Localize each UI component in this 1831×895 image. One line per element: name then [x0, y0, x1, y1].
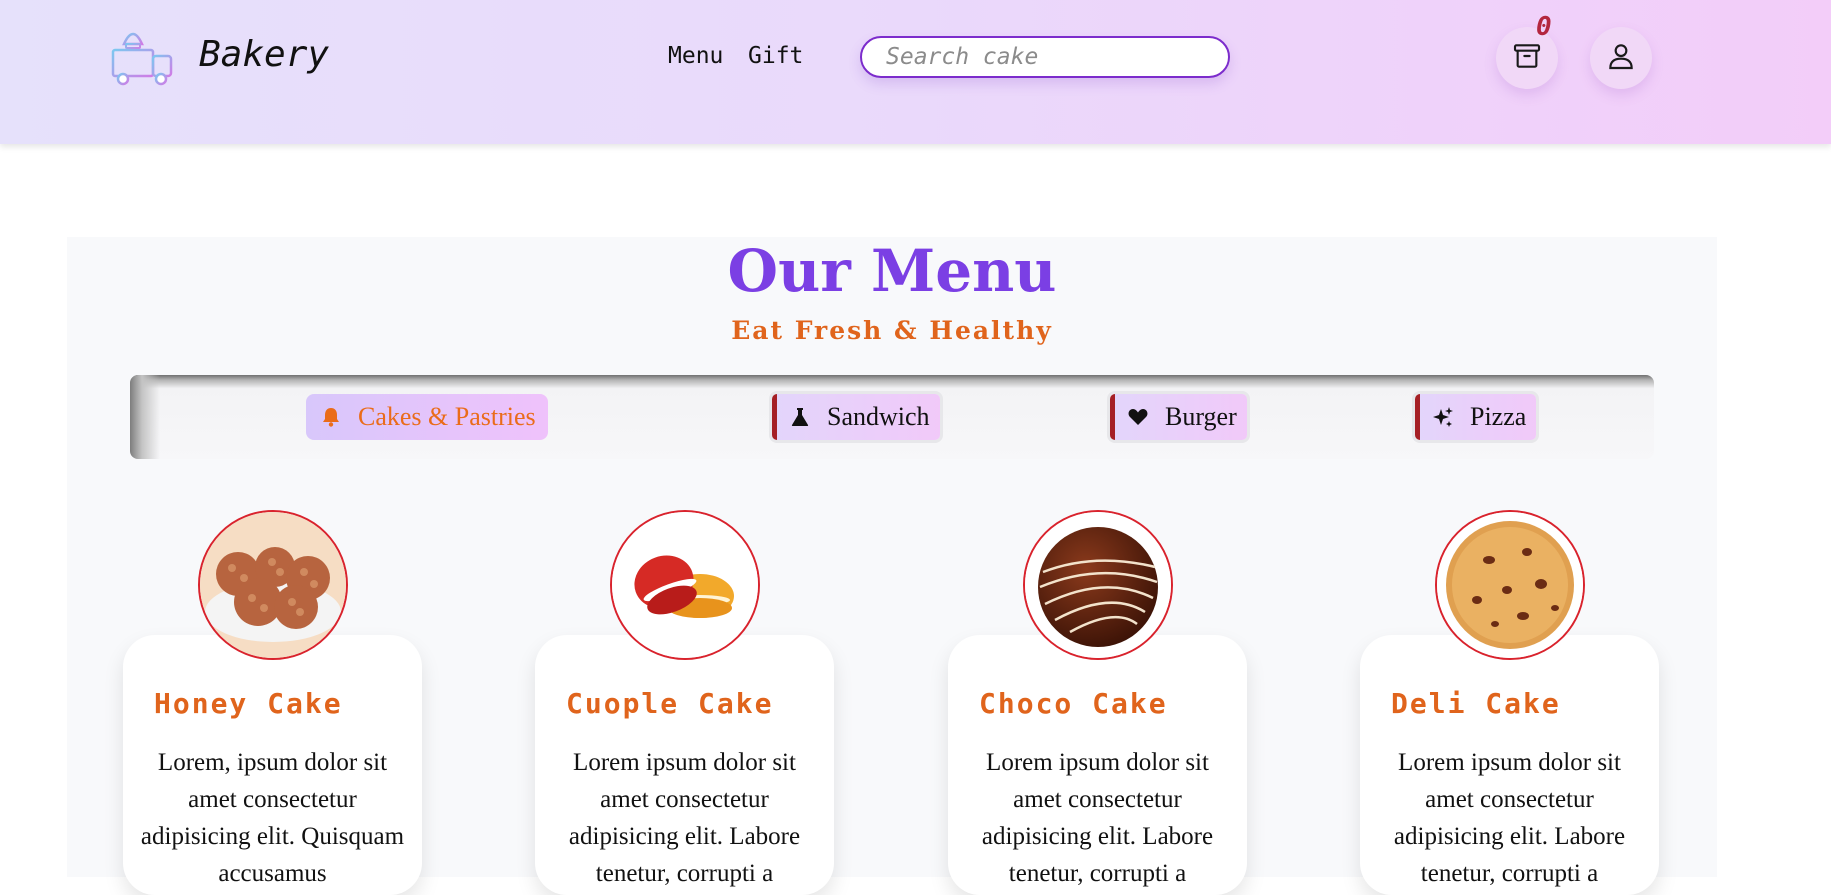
product-card-honey-cake[interactable]: Honey Cake Lorem, ipsum dolor sit amet c… [123, 635, 422, 895]
flask-icon [789, 406, 811, 428]
cart-count-badge: 0 [1536, 12, 1552, 42]
card-title: Choco Cake [979, 687, 1168, 720]
menu-subtitle: Eat Fresh & Healthy [731, 316, 1053, 345]
product-card-cuople-cake[interactable]: Cuople Cake Lorem ipsum dolor sit amet c… [535, 635, 834, 895]
product-card-deli-cake[interactable]: Deli Cake Lorem ipsum dolor sit amet con… [1360, 635, 1659, 895]
card-title: Cuople Cake [566, 687, 774, 720]
tab-label: Pizza [1470, 402, 1527, 431]
tab-cakes-pastries[interactable]: Cakes & Pastries [306, 394, 548, 440]
brand-name[interactable]: Bakery [199, 34, 329, 75]
user-icon [1605, 40, 1637, 77]
honey-cake-image [198, 510, 348, 660]
tab-pizza[interactable]: Pizza [1415, 394, 1537, 440]
user-profile-button[interactable] [1590, 27, 1652, 89]
tab-label: Burger [1165, 402, 1237, 431]
nav-link-gift[interactable]: Gift [748, 43, 803, 69]
heart-icon [1127, 406, 1149, 428]
product-card-choco-cake[interactable]: Choco Cake Lorem ipsum dolor sit amet co… [948, 635, 1247, 895]
card-description: Lorem, ipsum dolor sit amet consectetur … [140, 749, 405, 887]
site-header: Bakery Menu Gift 0 [0, 0, 1831, 144]
category-tabs: Cakes & Pastries Sandwich Burger Pizza [130, 375, 1654, 459]
archive-box-icon [1511, 40, 1543, 77]
tab-label: Sandwich [827, 402, 930, 431]
food-truck-logo-icon[interactable] [110, 22, 176, 86]
sparkles-icon [1432, 406, 1454, 428]
cookie-image [1435, 510, 1585, 660]
card-description: Lorem ipsum dolor sit amet consectetur a… [981, 749, 1214, 887]
tab-burger[interactable]: Burger [1110, 394, 1247, 440]
macaron-image [610, 510, 760, 660]
menu-title: Our Menu [727, 237, 1057, 305]
tab-label: Cakes & Pastries [358, 402, 536, 431]
card-description: Lorem ipsum dolor sit amet consectetur a… [568, 749, 801, 887]
search-input[interactable] [860, 36, 1230, 78]
card-title: Honey Cake [154, 687, 343, 720]
chocolate-truffle-image [1023, 510, 1173, 660]
nav-link-menu[interactable]: Menu [668, 43, 723, 69]
card-description: Lorem ipsum dolor sit amet consectetur a… [1393, 749, 1626, 887]
card-title: Deli Cake [1391, 687, 1561, 720]
bell-icon [320, 406, 342, 428]
tab-sandwich[interactable]: Sandwich [772, 394, 940, 440]
